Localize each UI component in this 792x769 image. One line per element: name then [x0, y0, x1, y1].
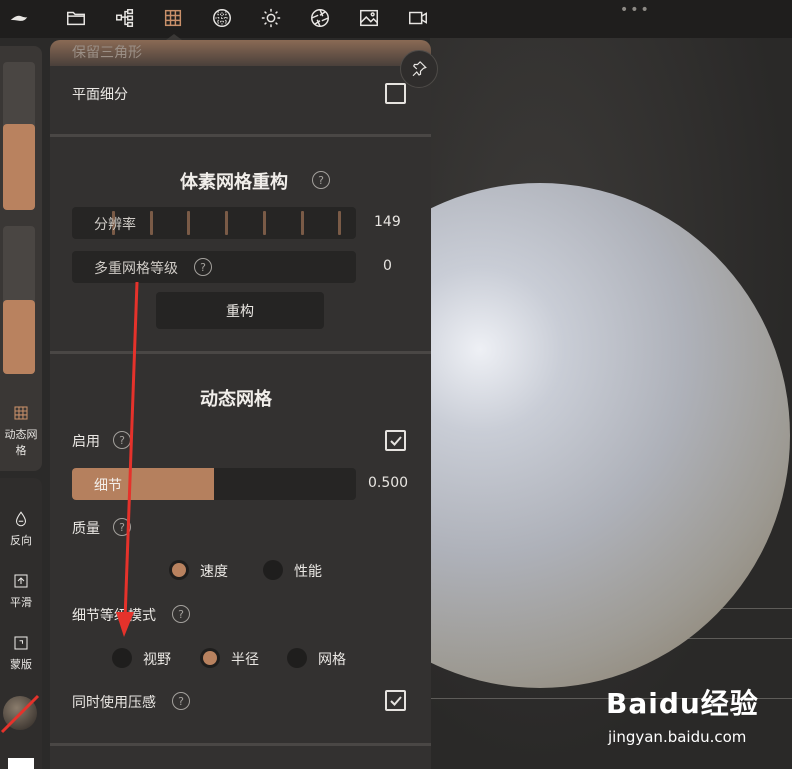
detail-mode-radius-label: 半径: [231, 652, 259, 668]
detail-mode-view-radio[interactable]: [112, 648, 132, 668]
help-icon[interactable]: ?: [113, 518, 131, 536]
drop-icon: [15, 511, 27, 527]
watermark-brand: Baidu经验: [606, 687, 759, 720]
slider-tick: [225, 211, 228, 235]
resolution-slider[interactable]: 分辨率: [72, 207, 356, 239]
voxel-remesh-title: 体素网格重构: [180, 172, 288, 193]
detail-mode-label: 细节等级模式: [72, 608, 156, 624]
detail-mode-view-label: 视野: [143, 652, 171, 668]
section-divider: [50, 743, 431, 746]
resolution-value: 149: [374, 214, 401, 230]
reverse-tool[interactable]: 反向: [0, 510, 42, 548]
use-pressure-label: 同时使用压感: [72, 695, 156, 711]
image-icon[interactable]: [354, 4, 384, 32]
smooth-label: 平滑: [10, 596, 32, 609]
brush-radius-slider[interactable]: [3, 62, 35, 210]
aperture-icon[interactable]: [305, 4, 335, 32]
detail-slider[interactable]: 细节: [72, 468, 356, 500]
sculpt-sphere[interactable]: [430, 183, 790, 688]
checkmark-icon: [390, 436, 402, 446]
slider-fill: [3, 124, 35, 210]
detail-label: 细节: [94, 478, 122, 494]
baidu-watermark: Baidu经验 jingyan.baidu.com: [600, 680, 790, 755]
enable-checkbox[interactable]: [385, 430, 406, 451]
pin-icon: [412, 61, 427, 77]
3d-viewport[interactable]: [430, 38, 792, 769]
slider-tick: [263, 211, 266, 235]
detail-mode-radius-radio[interactable]: [200, 648, 220, 668]
help-icon[interactable]: ?: [172, 692, 190, 710]
watermark-url: jingyan.baidu.com: [608, 728, 747, 746]
material-disabled-slash: [0, 694, 40, 734]
quality-speed-label: 速度: [200, 564, 228, 580]
quality-performance-radio[interactable]: [263, 560, 283, 580]
checkmark-icon: [390, 696, 402, 706]
use-pressure-checkbox[interactable]: [385, 690, 406, 711]
keep-triangles-label: 保留三角形: [72, 45, 142, 61]
detail-mode-mesh-label: 网格: [318, 652, 346, 668]
mask-label: 蒙版: [10, 658, 32, 671]
multires-level-label: 多重网格等级: [94, 261, 178, 277]
quality-speed-radio[interactable]: [169, 560, 189, 580]
detail-mode-mesh-radio[interactable]: [287, 648, 307, 668]
reverse-label: 反向: [10, 534, 32, 547]
section-divider: [50, 351, 431, 354]
quality-performance-label: 性能: [294, 564, 322, 580]
pin-panel-button[interactable]: [400, 50, 438, 88]
top-toolbar: •••: [0, 0, 792, 40]
slider-tick: [301, 211, 304, 235]
planar-subdivision-checkbox[interactable]: [385, 83, 406, 104]
slider-tick: [338, 211, 341, 235]
quality-label: 质量: [72, 521, 100, 537]
upload-box-icon: [14, 574, 28, 588]
slider-tick: [150, 211, 153, 235]
planar-subdivision-label: 平面细分: [72, 87, 128, 103]
color-swatch[interactable]: [8, 758, 34, 769]
sun-icon[interactable]: [256, 4, 286, 32]
help-icon[interactable]: ?: [194, 258, 212, 276]
multires-level-value: 0: [383, 258, 392, 274]
resolution-label: 分辨率: [94, 217, 136, 233]
dynamic-mesh-title: 动态网格: [200, 389, 272, 410]
help-icon[interactable]: ?: [113, 431, 131, 449]
section-divider: [50, 134, 431, 137]
detail-value: 0.500: [368, 475, 409, 491]
slider-tick: [187, 211, 190, 235]
left-slider-column: 动态网格: [0, 46, 42, 471]
mesh-grid-icon[interactable]: [158, 4, 188, 32]
logo-icon[interactable]: [4, 4, 34, 32]
smooth-tool[interactable]: 平滑: [0, 572, 42, 610]
brush-intensity-slider[interactable]: [3, 226, 35, 374]
folder-icon[interactable]: [61, 4, 91, 32]
dynamic-mesh-label: 动态网格: [4, 428, 38, 457]
mesh-grid-icon: [14, 406, 28, 420]
multires-level-slider[interactable]: 多重网格等级: [72, 251, 356, 283]
remesh-button[interactable]: 重构: [156, 292, 324, 329]
topology-panel: 保留三角形 平面细分 体素网格重构 ? 分辨率 149 多重网格等级 ? 0 重…: [50, 40, 431, 769]
mask-box-icon: [14, 636, 28, 650]
help-icon[interactable]: ?: [172, 605, 190, 623]
slider-fill: [3, 300, 35, 374]
more-menu-icon[interactable]: •••: [620, 2, 651, 18]
video-icon[interactable]: [403, 4, 433, 32]
dynamic-mesh-toggle[interactable]: 动态网格: [0, 404, 42, 458]
enable-label: 启用: [72, 434, 100, 450]
left-tools-column: 反向 平滑 蒙版: [0, 478, 42, 769]
hierarchy-icon[interactable]: [110, 4, 140, 32]
mask-tool[interactable]: 蒙版: [0, 634, 42, 672]
help-icon[interactable]: ?: [312, 171, 330, 189]
sphere-dots-icon[interactable]: [207, 4, 237, 32]
